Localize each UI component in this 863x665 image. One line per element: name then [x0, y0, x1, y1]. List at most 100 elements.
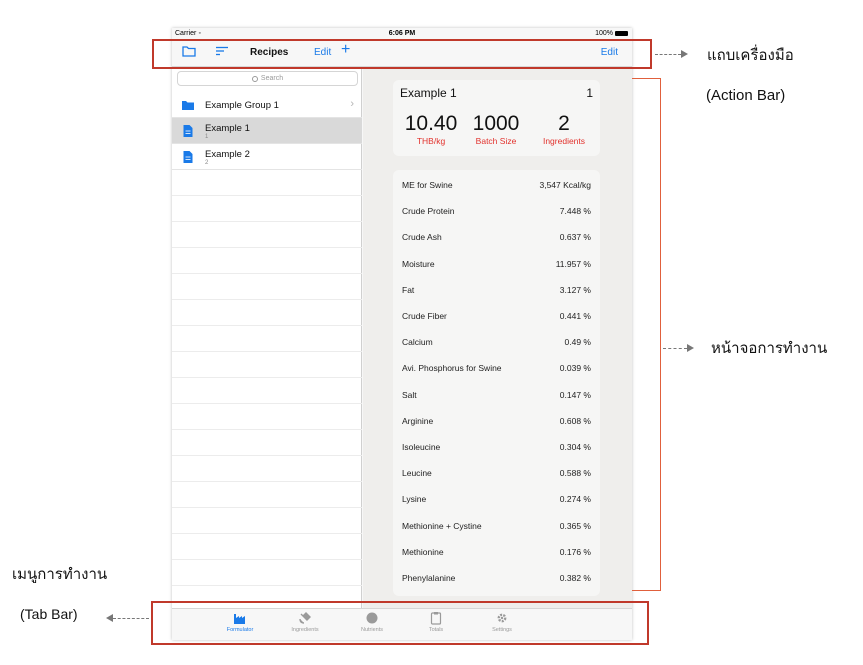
nutrient-row[interactable]: Crude Ash 0.637 %	[393, 224, 600, 250]
document-icon	[183, 125, 193, 137]
tab-bar-arrow	[113, 618, 149, 619]
search-placeholder: Search	[260, 75, 284, 82]
recipe-detail-panel: Example 1 1 10.40 THB/kg 1000 Batch Size…	[363, 68, 632, 608]
workspace-label-th: หน้าจอการทำงาน	[711, 340, 828, 357]
empty-row	[172, 248, 362, 274]
batch-value: 1000	[472, 112, 520, 135]
nutrient-value: 3,547 Kcal/kg	[539, 180, 591, 190]
ingredients-stat[interactable]: 2 Ingredients	[533, 112, 595, 146]
recipe-row[interactable]: Example 2 2	[172, 144, 362, 170]
nutrient-name: ME for Swine	[402, 180, 453, 190]
nutrient-row[interactable]: Crude Fiber 0.441 %	[393, 303, 600, 329]
recipe-group-row[interactable]: Example Group 1 ›	[172, 92, 362, 118]
recipe-name: Example 2	[205, 149, 250, 160]
nutrient-name: Fat	[402, 284, 415, 295]
nutrient-list: ME for Swine 3,547 Kcal/kg Crude Protein 7.…	[393, 170, 600, 596]
empty-row	[172, 508, 362, 534]
nutrient-name: Crude Protein	[402, 206, 455, 217]
empty-row	[172, 482, 362, 508]
battery-indicator: 100%	[595, 30, 628, 37]
ipad-screen: Carrier ◦ 6:06 PM 100% Recipes Edit + Ed…	[172, 28, 632, 640]
empty-row	[172, 300, 362, 326]
price-label: THB/kg	[416, 136, 446, 146]
workspace-bracket	[632, 78, 661, 591]
nutrient-value: 0.304 %	[559, 442, 591, 452]
empty-row	[172, 222, 362, 248]
price-stat: 10.40 THB/kg	[400, 112, 462, 146]
search-input[interactable]: Search	[177, 71, 358, 86]
action-bar-label-en: (Action Bar)	[706, 87, 786, 104]
nutrient-row[interactable]: Methionine + Cystine 0.365 %	[393, 513, 600, 539]
arrow-right-icon	[687, 344, 694, 352]
nutrient-name: Leucine	[402, 468, 432, 479]
price-value: 10.40	[404, 112, 458, 135]
recipe-list-panel: Search Example Group 1 › Example 1 1 Exa…	[172, 68, 362, 608]
empty-row	[172, 170, 362, 196]
nutrient-row[interactable]: Lysine 0.274 %	[393, 486, 600, 512]
nutrient-row[interactable]: ME for Swine 3,547 Kcal/kg	[393, 172, 600, 198]
recipe-list: Example Group 1 › Example 1 1 Example 2 …	[172, 92, 362, 586]
nutrient-value: 0.147 %	[559, 389, 591, 400]
action-bar-arrow	[655, 54, 681, 55]
nutrient-row[interactable]: Moisture 11.957 %	[393, 251, 600, 277]
recipe-row[interactable]: Example 1 1	[172, 118, 362, 144]
nutrient-name: Calcium	[402, 337, 433, 348]
action-bar-highlight	[152, 39, 652, 69]
recipe-number: 1	[205, 134, 209, 140]
status-time: 6:06 PM	[388, 30, 416, 37]
battery-icon	[615, 31, 628, 36]
empty-row	[172, 326, 362, 352]
nutrient-row[interactable]: Phenylalanine 0.382 %	[393, 565, 600, 591]
nutrient-value: 0.608 %	[559, 415, 591, 426]
empty-row	[172, 560, 362, 586]
arrow-right-icon	[681, 50, 688, 58]
empty-row	[172, 274, 362, 300]
nutrient-row[interactable]: Avi. Phosphorus for Swine 0.039 %	[393, 355, 600, 381]
nutrient-value: 11.957 %	[555, 258, 591, 269]
ingredients-value: 2	[558, 112, 570, 135]
tab-bar-label-en: (Tab Bar)	[20, 606, 78, 622]
nutrient-name: Phenylalanine	[402, 573, 456, 583]
recipe-number: 2	[205, 160, 209, 166]
nutrient-value: 0.039 %	[559, 363, 591, 374]
nutrient-row[interactable]: Salt 0.147 %	[393, 382, 600, 408]
empty-row	[172, 534, 362, 560]
tab-bar-highlight	[151, 601, 649, 645]
arrow-left-icon	[106, 614, 113, 622]
empty-row	[172, 378, 362, 404]
empty-row	[172, 196, 362, 222]
nutrient-name: Arginine	[402, 415, 434, 426]
nutrient-row[interactable]: Leucine 0.588 %	[393, 460, 600, 486]
nutrient-name: Methionine	[402, 546, 444, 557]
nutrient-value: 0.49 %	[564, 337, 591, 348]
nutrient-row[interactable]: Calcium 0.49 %	[393, 329, 600, 355]
nutrient-name: Salt	[402, 389, 417, 400]
batch-stat[interactable]: 1000 Batch Size	[467, 112, 525, 146]
nutrient-value: 0.176 %	[559, 546, 591, 557]
document-icon	[183, 151, 193, 163]
batch-label: Batch Size	[475, 136, 517, 146]
empty-row	[172, 456, 362, 482]
nutrient-row[interactable]: Arginine 0.608 %	[393, 408, 600, 434]
recipe-number: 1	[586, 86, 593, 100]
nutrient-value: 7.448 %	[559, 206, 591, 217]
nutrient-value: 3.127 %	[559, 284, 591, 295]
chevron-right-icon: ›	[350, 98, 354, 110]
workspace-arrow	[663, 348, 687, 349]
nutrient-row[interactable]: Isoleucine 0.304 %	[393, 434, 600, 460]
tab-bar-label-th: เมนูการทำงาน	[12, 566, 108, 583]
nutrient-name: Lysine	[402, 494, 427, 505]
empty-row	[172, 430, 362, 456]
nutrient-name: Isoleucine	[402, 442, 441, 452]
folder-icon	[182, 101, 194, 110]
nutrient-value: 0.588 %	[559, 468, 591, 479]
nutrient-row[interactable]: Methionine 0.176 %	[393, 539, 600, 565]
nutrient-row[interactable]: Crude Protein 7.448 %	[393, 198, 600, 224]
status-bar: Carrier ◦ 6:06 PM 100%	[172, 28, 632, 39]
recipe-summary-card: Example 1 1 10.40 THB/kg 1000 Batch Size…	[393, 80, 600, 156]
nutrient-value: 0.441 %	[559, 311, 591, 321]
nutrient-row[interactable]: Fat 3.127 %	[393, 277, 600, 303]
recipe-name: Example Group 1	[205, 100, 279, 111]
nutrient-value: 0.382 %	[559, 573, 591, 583]
nutrient-name: Crude Ash	[402, 232, 442, 243]
